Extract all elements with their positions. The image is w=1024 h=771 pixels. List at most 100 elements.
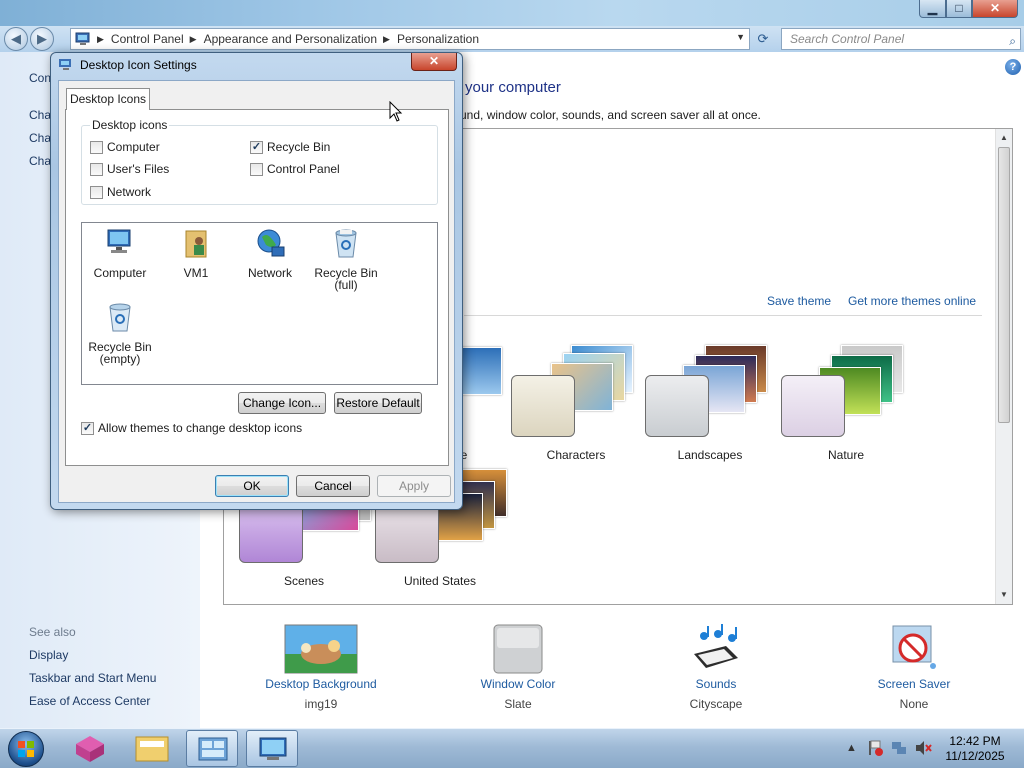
close-button[interactable]: ✕ (972, 0, 1018, 18)
window-color-item[interactable]: Window Color Slate (438, 624, 598, 711)
left-pane-link[interactable]: Con (29, 71, 51, 85)
icon-item-network[interactable]: Network (232, 227, 308, 279)
get-more-themes-link[interactable]: Get more themes online (848, 294, 976, 308)
personalization-app-icon (259, 737, 287, 760)
window-color-value: Slate (504, 697, 532, 711)
breadcrumb-chevron-icon[interactable]: ▶ (97, 34, 104, 45)
breadcrumb-control-panel[interactable]: Control Panel (111, 32, 184, 46)
users-files-checkbox[interactable]: User's Files (90, 162, 169, 176)
taskbar-app-explorer[interactable] (126, 730, 178, 767)
forward-button[interactable]: ▶ (30, 27, 54, 51)
checkmark-icon[interactable]: ✓ (250, 140, 263, 154)
computer-checkbox[interactable]: Computer (90, 140, 160, 154)
theme-color-swatch (645, 375, 709, 437)
scroll-down-icon[interactable]: ▼ (996, 587, 1012, 603)
screen-saver-item[interactable]: Screen Saver None (834, 624, 994, 711)
checkmark-icon[interactable]: ✓ (81, 421, 94, 435)
address-dropdown-icon[interactable]: ▼ (736, 32, 745, 42)
change-icon-button[interactable]: Change Icon... (238, 392, 326, 414)
desktop-background-item[interactable]: Desktop Background img19 (241, 624, 401, 711)
window-titlebar: ▁ □ ✕ (0, 0, 1024, 26)
save-theme-link[interactable]: Save theme (767, 294, 831, 308)
clock[interactable]: 12:42 PM 11/12/2025 (940, 734, 1010, 764)
control-panel-checkbox[interactable]: Control Panel (250, 162, 340, 176)
taskbar-start-menu-link[interactable]: Taskbar and Start Menu (29, 671, 156, 685)
icon-item-vm1[interactable]: VM1 (158, 227, 234, 279)
minimize-button[interactable]: ▁ (919, 0, 946, 18)
search-icon[interactable]: ⌕ (1009, 31, 1016, 51)
theme-label: Landscapes (677, 448, 743, 462)
scroll-thumb[interactable] (998, 147, 1010, 423)
maximize-button[interactable]: □ (946, 0, 972, 18)
window-color-label[interactable]: Window Color (438, 677, 598, 691)
restore-default-button[interactable]: Restore Default (334, 392, 422, 414)
scroll-up-icon[interactable]: ▲ (996, 130, 1012, 146)
icon-item-computer[interactable]: Computer (82, 227, 158, 279)
checkbox-box[interactable] (250, 162, 263, 176)
search-input[interactable]: Search Control Panel ⌕ (781, 28, 1021, 50)
checkbox-box[interactable] (90, 140, 103, 154)
ease-of-access-link[interactable]: Ease of Access Center (29, 694, 150, 708)
theme-color-swatch (239, 501, 303, 563)
theme-nature[interactable]: Nature (781, 345, 911, 485)
desktop-icons-group: Desktop icons Computer ✓ Recycle Bin Use… (81, 118, 438, 205)
tab-desktop-icons[interactable]: Desktop Icons (66, 88, 150, 110)
refresh-icon[interactable]: ⟳ (752, 29, 774, 49)
taskbar-app-pink-box[interactable] (64, 730, 116, 767)
desktop-background-value: img19 (304, 697, 338, 711)
address-bar[interactable]: ▶ Control Panel ▶ Appearance and Persona… (70, 28, 750, 50)
taskbar-app-settings[interactable] (186, 730, 238, 767)
left-pane-link[interactable]: Cha (29, 131, 51, 145)
left-pane-link[interactable]: Cha (29, 154, 51, 168)
taskbar-app-personalization[interactable] (246, 730, 298, 767)
sounds-item[interactable]: Sounds Cityscape (636, 624, 796, 711)
sounds-value: Cityscape (689, 697, 743, 711)
breadcrumb-personalization[interactable]: Personalization (397, 32, 479, 46)
display-link[interactable]: Display (29, 648, 68, 662)
icon-item-recycle-bin-full[interactable]: Recycle Bin (full) (308, 227, 384, 291)
sounds-icon (694, 624, 738, 668)
network-checkbox[interactable]: Network (90, 185, 151, 199)
ok-button[interactable]: OK (215, 475, 289, 497)
desktop-icon-list: Computer VM1 Network Recycle Bin (full) … (81, 222, 438, 385)
group-label: Desktop icons (90, 118, 170, 132)
computer-icon (107, 229, 131, 253)
action-center-flag-icon[interactable] (866, 739, 884, 757)
theme-characters[interactable]: Characters (511, 345, 641, 485)
icon-label: VM1 (183, 266, 209, 280)
page-title: your computer (465, 79, 561, 96)
checkbox-box[interactable] (90, 162, 103, 176)
checkbox-label: Network (107, 185, 152, 199)
breadcrumb-appearance[interactable]: Appearance and Personalization (204, 32, 377, 46)
icon-item-recycle-bin-empty[interactable]: Recycle Bin (empty) (82, 301, 158, 365)
breadcrumb-chevron-icon[interactable]: ▶ (190, 34, 197, 45)
start-button[interactable] (8, 731, 44, 767)
left-pane-link[interactable]: Cha (29, 108, 51, 122)
tab-panel: Desktop icons Computer ✓ Recycle Bin Use… (65, 109, 449, 466)
show-hidden-icons-icon[interactable]: ▲ (846, 742, 857, 754)
allow-themes-checkbox[interactable]: ✓ Allow themes to change desktop icons (81, 421, 302, 435)
volume-muted-icon[interactable] (914, 739, 932, 757)
theme-landscapes[interactable]: Landscapes (645, 345, 775, 485)
theme-color-swatch (375, 501, 439, 563)
checkbox-box[interactable] (90, 185, 103, 199)
network-status-icon[interactable] (890, 739, 908, 757)
breadcrumb-chevron-icon[interactable]: ▶ (383, 34, 390, 45)
cancel-button[interactable]: Cancel (296, 475, 370, 497)
navigation-bar: ◀ ▶ ▶ Control Panel ▶ Appearance and Per… (0, 26, 1024, 52)
screen-saver-label[interactable]: Screen Saver (834, 677, 994, 691)
desktop-background-label[interactable]: Desktop Background (241, 677, 401, 691)
checkbox-label: Control Panel (267, 162, 340, 176)
help-icon[interactable]: ? (1005, 59, 1021, 75)
back-button[interactable]: ◀ (4, 27, 28, 51)
dialog-close-button[interactable]: ✕ (411, 53, 457, 71)
checkbox-label: User's Files (107, 162, 170, 176)
apply-button[interactable]: Apply (377, 475, 451, 497)
control-panel-icon (75, 32, 90, 45)
recycle-bin-checkbox[interactable]: ✓ Recycle Bin (250, 140, 330, 154)
sounds-label[interactable]: Sounds (636, 677, 796, 691)
vertical-scrollbar[interactable]: ▲ ▼ (995, 129, 1012, 604)
theme-label: Scenes (283, 574, 325, 588)
search-placeholder: Search Control Panel (790, 32, 905, 46)
window-color-icon (493, 624, 543, 674)
